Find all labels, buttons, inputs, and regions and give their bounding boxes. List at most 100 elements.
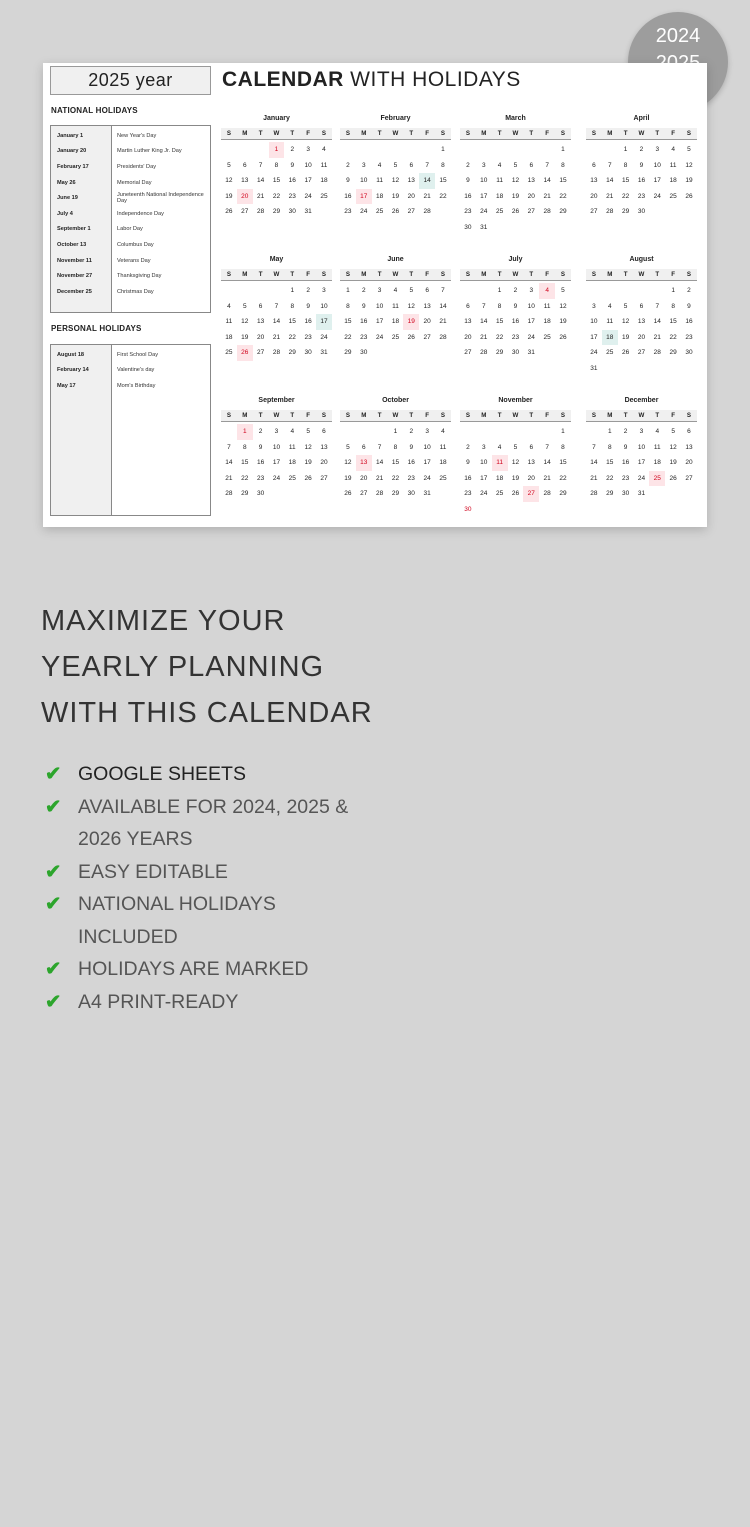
- day-cell: 10: [304, 161, 312, 169]
- empty-day: [508, 424, 524, 440]
- day-cell: 22: [391, 474, 400, 482]
- weekday-label: T: [258, 412, 263, 419]
- empty-day: [460, 424, 476, 440]
- day-cell: 18: [495, 192, 504, 200]
- day-cell: 20: [256, 333, 265, 341]
- day-cell: 8: [623, 161, 628, 169]
- weekday-label: S: [591, 412, 596, 419]
- day-cell: 18: [320, 177, 328, 185]
- day-cell: 12: [669, 443, 677, 451]
- day-cell: 12: [225, 177, 233, 185]
- day-cell: 23: [637, 192, 646, 200]
- feature-item: ✔ EASY EDITABLE: [41, 856, 373, 889]
- national-holiday-day: 27: [523, 486, 540, 502]
- feature-item: ✔ GOOGLE SHEETS: [41, 758, 373, 791]
- day-cell: 1: [561, 146, 565, 153]
- day-cell: 29: [391, 490, 400, 498]
- day-cell: 13: [320, 443, 328, 451]
- weekday-label: T: [409, 412, 414, 419]
- day-cell: 1: [671, 287, 675, 294]
- day-cell: 17: [590, 333, 598, 341]
- day-cell: 7: [425, 161, 429, 169]
- day-cell: 27: [320, 474, 328, 482]
- day-cell: 6: [529, 161, 534, 169]
- month-calendar: July S M T W T F S 1 2 3 4 5 6 7 8 9 10 11 12 13 14 15 16 17 18 19…: [460, 254, 571, 361]
- day-cell: 16: [360, 318, 368, 326]
- day-cell: 21: [272, 333, 281, 341]
- national-holiday-day: 1: [236, 424, 253, 440]
- day-cell: 22: [439, 192, 447, 200]
- day-cell: 19: [685, 177, 693, 185]
- feature-item: ✔ HOLIDAYS ARE MARKED: [41, 953, 373, 986]
- badge-year: 2024: [655, 25, 701, 47]
- holiday-row: November 11 Veterans Day: [51, 253, 210, 269]
- day-cell: 25: [375, 208, 384, 216]
- day-cell: 19: [511, 192, 520, 200]
- day-cell: 3: [274, 428, 279, 435]
- weekday-label: F: [306, 412, 311, 419]
- day-cell: 27: [637, 349, 646, 357]
- day-cell: 4: [497, 443, 502, 451]
- holiday-date: August 18: [57, 351, 85, 358]
- day-cell: 17: [637, 459, 646, 467]
- day-cell: 23: [621, 474, 630, 482]
- weekday-label: W: [392, 271, 399, 278]
- day-cell: 16: [637, 177, 646, 185]
- weekday-label: M: [481, 271, 487, 278]
- day-cell: 10: [423, 443, 431, 451]
- day-cell: 15: [559, 177, 567, 185]
- days-grid: 1 2 3 4 5 6 7 8 9 10 11 12 13 14 15 16 17 18 19 20 21 22 23 24 2…: [340, 424, 451, 502]
- weekday-label: W: [512, 412, 519, 419]
- day-cell: 15: [621, 177, 630, 185]
- day-cell: 26: [407, 333, 415, 341]
- day-cell: 14: [590, 459, 598, 467]
- holiday-row: January 1 New Year's Day: [51, 128, 210, 144]
- day-cell: 2: [513, 287, 518, 294]
- day-cell: 8: [346, 302, 350, 310]
- holiday-row: November 27 Thanksgiving Day: [51, 268, 210, 284]
- month-calendar: February S M T W T F S 1 2 3 4 5 6 7 8 9 10 11 12 13 14 15 16 17…: [340, 113, 451, 220]
- day-cell: 20: [423, 318, 431, 326]
- weekday-label: W: [273, 130, 280, 137]
- empty-day: [221, 142, 237, 158]
- month-title: January: [263, 115, 290, 122]
- day-cell: 29: [241, 490, 249, 498]
- month-title: March: [505, 115, 526, 122]
- day-cell: 14: [272, 318, 281, 326]
- day-cell: 11: [320, 161, 328, 169]
- holiday-name: First School Day: [117, 351, 159, 358]
- holiday-row: August 18 First School Day: [51, 347, 210, 363]
- weekday-label: M: [481, 412, 487, 419]
- day-cell: 5: [242, 302, 247, 310]
- weekday-label: T: [497, 130, 502, 137]
- day-cell: 20: [527, 474, 535, 482]
- day-cell: 14: [225, 459, 233, 467]
- weekday-label: T: [529, 412, 534, 419]
- days-grid: 1 2 3 4 5 6 7 8 9 10 11 12 13 14 15 16 17 18 19 20 21 22 23 24 2…: [221, 283, 332, 361]
- weekday-label: F: [425, 130, 430, 137]
- weekday-label: M: [481, 130, 487, 137]
- day-cell: 27: [527, 208, 535, 216]
- empty-day: [237, 142, 253, 158]
- empty-day: [586, 283, 602, 299]
- day-cell: 31: [480, 223, 488, 231]
- days-grid: 1 2 3 4 5 6 7 8 9 10 11 12 13 14 15 16 17 18 19 20 21 22 23 24 2…: [460, 142, 571, 236]
- day-cell: 15: [495, 318, 504, 326]
- day-cell: 3: [655, 146, 660, 153]
- day-cell: 24: [637, 474, 646, 482]
- empty-day: [539, 424, 555, 440]
- day-cell: 27: [256, 349, 265, 357]
- day-cell: 27: [407, 208, 415, 216]
- day-cell: 18: [225, 333, 233, 341]
- day-cell: 25: [225, 349, 233, 357]
- day-cell: 9: [346, 177, 350, 185]
- day-cell: 26: [511, 490, 520, 498]
- day-cell: 24: [480, 490, 488, 498]
- day-cell: 29: [621, 208, 630, 216]
- weekday-label: T: [290, 271, 295, 278]
- weekday-label: T: [655, 271, 660, 278]
- empty-day: [539, 142, 555, 158]
- day-cell: 20: [685, 459, 693, 467]
- weekday-label: F: [425, 412, 430, 419]
- holiday-date: January 1: [57, 132, 84, 139]
